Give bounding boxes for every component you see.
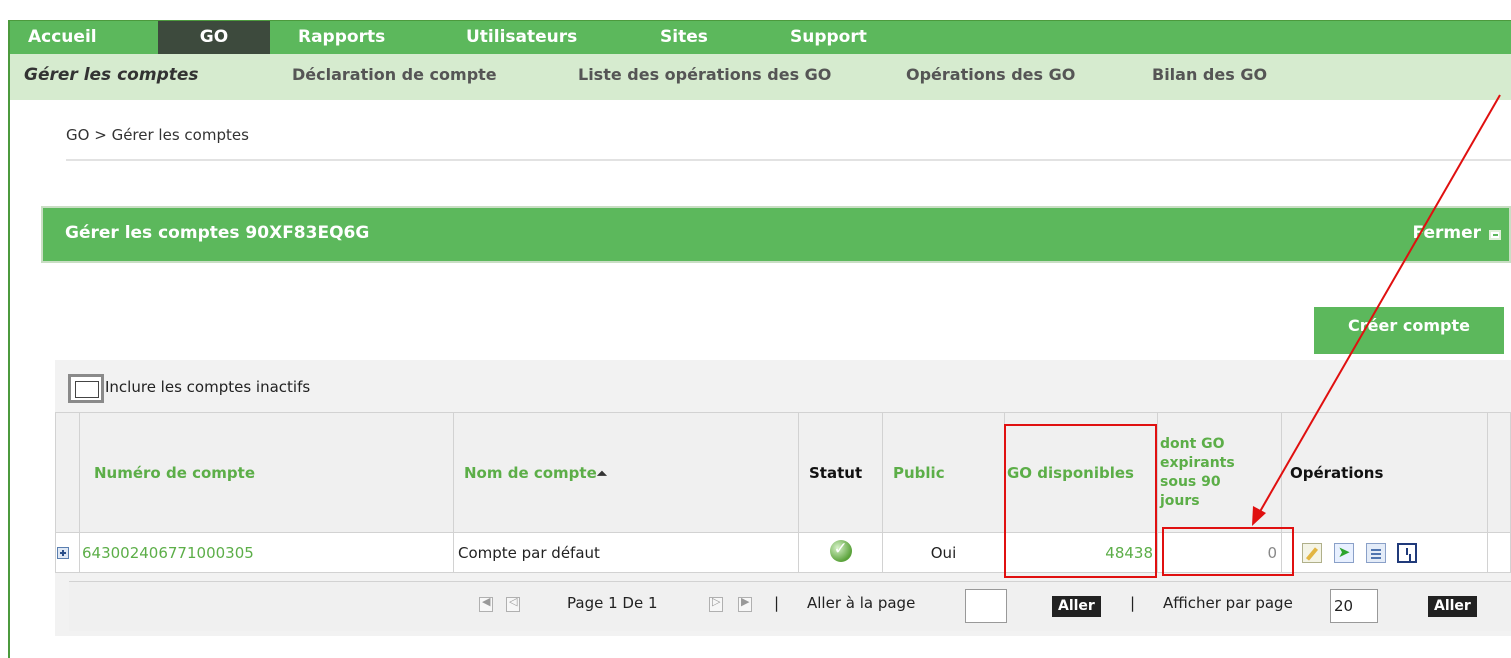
collapse-icon[interactable] — [1489, 230, 1501, 240]
include-inactive-label[interactable]: Inclure les comptes inactifs — [105, 378, 310, 396]
column-header-account-name[interactable]: Nom de compte⏶ — [453, 412, 799, 533]
breadcrumb-root[interactable]: GO — [66, 126, 89, 144]
include-inactive-checkbox[interactable] — [68, 374, 104, 403]
close-panel-link[interactable]: Fermer — [1413, 223, 1481, 243]
breadcrumb-current: Gérer les comptes — [111, 126, 249, 144]
document-icon[interactable] — [1365, 542, 1386, 563]
last-page-icon[interactable] — [738, 595, 752, 612]
subnav-item-gerer-comptes[interactable]: Gérer les comptes — [24, 54, 199, 100]
column-header-go-expiring-label: dont GO expirants sous 90 jours — [1160, 435, 1235, 509]
column-header-account-number[interactable]: Numéro de compte — [79, 412, 454, 533]
subnav-item-liste-operations[interactable]: Liste des opérations des GO — [578, 54, 831, 100]
goto-page-button[interactable]: Aller — [1052, 596, 1101, 617]
column-header-account-name-label: Nom de compte — [464, 463, 597, 482]
column-header-operations: Opérations — [1281, 412, 1488, 533]
column-header-public[interactable]: Public — [882, 412, 1005, 533]
previous-page-icon[interactable] — [506, 595, 520, 612]
cell-operations — [1281, 532, 1488, 573]
per-page-go-button[interactable]: Aller — [1428, 596, 1477, 617]
per-page-label: Afficher par page — [1163, 594, 1293, 612]
next-page-icon[interactable] — [709, 595, 723, 612]
transfer-icon[interactable] — [1333, 542, 1354, 563]
per-page-input[interactable]: 20 — [1330, 589, 1378, 623]
cell-public: Oui — [882, 532, 1005, 573]
nav-item-utilisateurs[interactable]: Utilisateurs — [466, 21, 577, 54]
nav-item-rapports[interactable]: Rapports — [298, 21, 385, 54]
main-navigation: Accueil GO Rapports Utilisateurs Sites S… — [10, 21, 1511, 54]
breadcrumb: GO > Gérer les comptes — [66, 126, 249, 144]
subnav-item-bilan[interactable]: Bilan des GO — [1152, 54, 1267, 100]
pager-separator: | — [774, 594, 780, 612]
nav-item-go[interactable]: GO — [158, 21, 270, 54]
filler-column-header — [1487, 412, 1511, 533]
create-account-button[interactable]: Créer compte — [1314, 307, 1504, 354]
cell-status — [798, 532, 883, 573]
expander-column-header — [55, 412, 80, 533]
column-header-operations-label: Opérations — [1290, 463, 1384, 482]
column-header-status: Statut — [798, 412, 883, 533]
column-header-status-label: Statut — [809, 463, 863, 482]
sub-navigation: Gérer les comptes Déclaration de compte … — [10, 54, 1511, 100]
column-header-public-label: Public — [893, 463, 945, 482]
pager-separator-2: | — [1130, 594, 1136, 612]
go-available-highlight-box — [1004, 424, 1157, 578]
row-expander-cell — [55, 532, 80, 573]
column-header-account-number-label: Numéro de compte — [94, 463, 256, 482]
cell-account-number[interactable]: 643002406771000305 — [79, 532, 454, 573]
breadcrumb-separator: > — [94, 126, 107, 144]
nav-item-support[interactable]: Support — [790, 21, 867, 54]
subnav-item-declaration[interactable]: Déclaration de compte — [292, 54, 497, 100]
filler-cell — [1487, 532, 1511, 573]
edit-icon[interactable] — [1302, 542, 1322, 563]
subnav-item-operations[interactable]: Opérations des GO — [906, 54, 1075, 100]
clock-icon[interactable] — [1397, 542, 1418, 563]
page-indicator: Page 1 De 1 — [567, 594, 658, 612]
nav-item-accueil[interactable]: Accueil — [28, 21, 97, 54]
panel-title: Gérer les comptes 90XF83EQ6G — [65, 223, 370, 243]
pagination-bar: Page 1 De 1 | Aller à la page Aller | Af… — [69, 581, 1511, 631]
goto-page-input[interactable] — [965, 589, 1007, 623]
first-page-icon[interactable] — [479, 595, 493, 612]
nav-item-sites[interactable]: Sites — [660, 21, 708, 54]
table-header-row: Numéro de compte Nom de compte⏶ Statut P… — [55, 412, 1511, 533]
panel-header: Gérer les comptes 90XF83EQ6G Fermer — [41, 206, 1511, 263]
go-expiring-highlight-box — [1162, 527, 1294, 576]
status-active-icon — [829, 539, 852, 562]
goto-page-label: Aller à la page — [807, 594, 916, 612]
breadcrumb-divider — [66, 159, 1511, 161]
column-header-go-expiring[interactable]: dont GO expirants sous 90 jours — [1157, 412, 1282, 533]
expand-row-icon[interactable] — [57, 547, 69, 559]
sort-ascending-icon: ⏶ — [596, 466, 608, 482]
cell-account-name: Compte par défaut — [453, 532, 799, 573]
